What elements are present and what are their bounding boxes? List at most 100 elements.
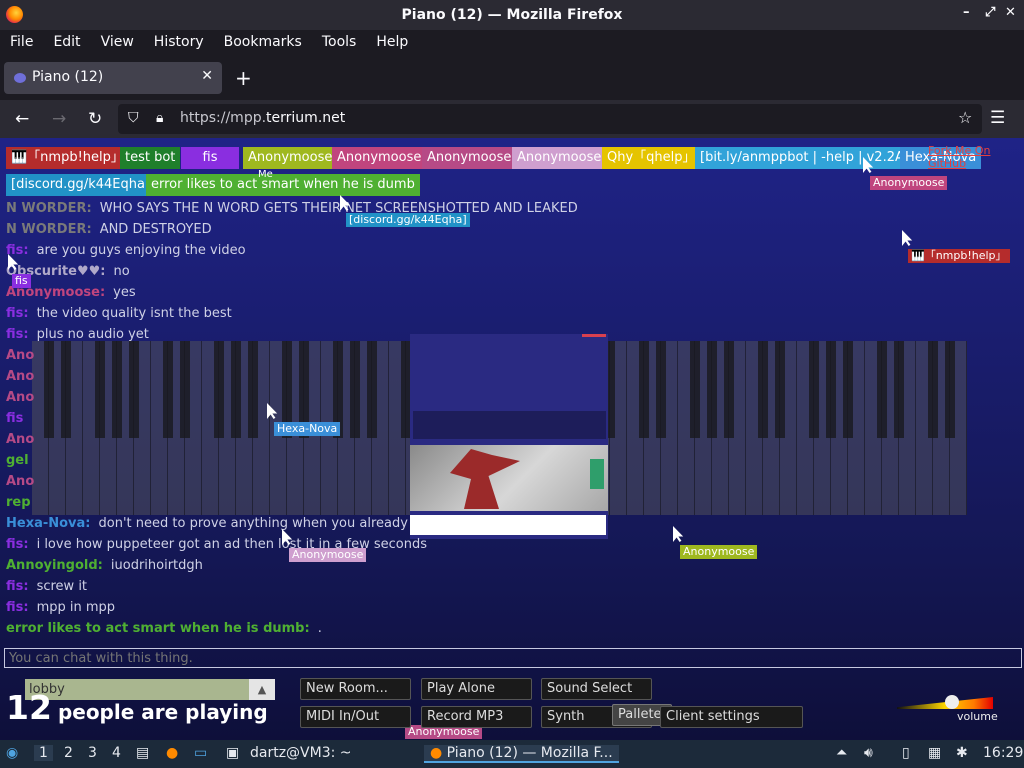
- piano-black-key[interactable]: [707, 341, 717, 438]
- menu-history[interactable]: History: [144, 34, 214, 50]
- close-tab-icon[interactable]: ✕: [201, 68, 213, 84]
- workspace-3[interactable]: 3: [88, 745, 97, 761]
- menu-help[interactable]: Help: [366, 34, 418, 50]
- close-window-icon[interactable]: ✕: [1005, 5, 1016, 20]
- user-tag-fis[interactable]: fis: [181, 147, 239, 169]
- piano-black-key[interactable]: [367, 341, 377, 438]
- user-tag-nmpb[interactable]: 🎹「nmpb!help」: [6, 147, 129, 169]
- piano-black-key[interactable]: [129, 341, 139, 438]
- piano-black-key[interactable]: [928, 341, 938, 438]
- user-tag-anonymoose-1[interactable]: Anonymoose: [243, 147, 338, 169]
- piano-black-key[interactable]: [44, 341, 54, 438]
- menu-edit[interactable]: Edit: [43, 34, 90, 50]
- workspace-4[interactable]: 4: [112, 745, 121, 761]
- taskbar-firefox[interactable]: ● Piano (12) — Mozilla F...: [424, 745, 619, 763]
- file-manager-icon[interactable]: ▤: [136, 745, 149, 761]
- user-tag-anonymoose-3[interactable]: Anonymoose: [422, 147, 517, 169]
- piano-black-key[interactable]: [775, 341, 785, 438]
- piano-black-key[interactable]: [877, 341, 887, 438]
- maximize-icon[interactable]: ⤢: [985, 5, 995, 20]
- user-tag-anmppbot[interactable]: [bit.ly/anmppbot | -help | v2.2A]: [695, 147, 914, 169]
- chat-message: error likes to act smart when he is dumb…: [6, 621, 322, 636]
- midi-in-out-button[interactable]: MIDI In/Out: [300, 706, 411, 728]
- piano-black-key[interactable]: [809, 341, 819, 438]
- user-tag-anonymoose-4[interactable]: Anonymoose: [512, 147, 607, 169]
- piano-black-key[interactable]: [690, 341, 700, 438]
- chat-author: fis:: [6, 600, 29, 615]
- piano-black-key[interactable]: [656, 341, 666, 438]
- menu-bookmarks[interactable]: Bookmarks: [214, 34, 312, 50]
- user-tag-error[interactable]: error likes to act smart when he is dumb: [146, 174, 420, 196]
- video-caption: [410, 515, 606, 535]
- start-menu-icon[interactable]: ◉: [6, 745, 18, 761]
- user-tag-qhy[interactable]: Qhy「qhelp」: [602, 147, 701, 169]
- taskbar: ◉ 1 2 3 4 ▤ ● ▭ ▣ dartz@VM3: ~ ● Piano (…: [0, 740, 1024, 768]
- me-label: Me: [258, 169, 273, 180]
- video-bar: [413, 411, 606, 439]
- forward-arrow-icon[interactable]: →: [52, 109, 66, 129]
- cursor-tag-nmpb: 🎹「nmpb!help」: [908, 249, 1010, 263]
- piano-black-key[interactable]: [112, 341, 122, 438]
- piano-black-key[interactable]: [639, 341, 649, 438]
- bluetooth-icon[interactable]: ✱: [956, 745, 968, 761]
- chat-author-partial: fis: [6, 411, 24, 426]
- workspace-2[interactable]: 2: [64, 745, 73, 761]
- piano-black-key[interactable]: [231, 341, 241, 438]
- piano-black-key[interactable]: [180, 341, 190, 438]
- piano-black-key[interactable]: [894, 341, 904, 438]
- piano-black-key[interactable]: [95, 341, 105, 438]
- terminal-icon[interactable]: ▣: [226, 745, 239, 761]
- chat-author-partial: rep: [6, 495, 31, 510]
- url-bar[interactable]: ⛉ 🔒︎ https://mpp.terrium.net ☆: [118, 104, 982, 134]
- piano-black-key[interactable]: [61, 341, 71, 438]
- sound-select-button[interactable]: Sound Select: [541, 678, 652, 700]
- clipboard-icon[interactable]: ▯: [902, 745, 910, 761]
- cursor-tag-anonymoose: Anonymoose: [680, 545, 758, 559]
- user-tag-discord[interactable]: [discord.gg/k44Eqha]: [6, 174, 156, 196]
- menu-tools[interactable]: Tools: [312, 34, 367, 50]
- tray-up-icon[interactable]: ⏶: [836, 745, 847, 761]
- shield-icon[interactable]: ⛉: [128, 110, 139, 126]
- bookmark-star-icon[interactable]: ☆: [958, 108, 972, 127]
- menu-view[interactable]: View: [91, 34, 144, 50]
- taskbar-terminal[interactable]: dartz@VM3: ~: [250, 745, 352, 761]
- record-mp3-button[interactable]: Record MP3: [421, 706, 532, 728]
- workspace-1[interactable]: 1: [34, 745, 53, 761]
- reload-icon[interactable]: ↻: [88, 109, 102, 129]
- video-overlay[interactable]: [410, 334, 608, 539]
- piano-black-key[interactable]: [214, 341, 224, 438]
- play-alone-button[interactable]: Play Alone: [421, 678, 532, 700]
- user-tag-testbot[interactable]: test bot: [120, 147, 181, 169]
- piano-black-key[interactable]: [350, 341, 360, 438]
- new-room-button[interactable]: New Room...: [300, 678, 411, 700]
- piano-black-key[interactable]: [843, 341, 853, 438]
- hamburger-menu-icon[interactable]: ☰: [990, 108, 1005, 128]
- minimize-icon[interactable]: –: [963, 5, 970, 20]
- player-count-number: 12: [6, 688, 52, 727]
- lock-icon[interactable]: 🔒︎: [156, 110, 163, 126]
- desktop-icon[interactable]: ▭: [194, 745, 207, 761]
- tab-piano[interactable]: Piano (12) ✕: [4, 62, 222, 94]
- client-settings-button[interactable]: Client settings: [660, 706, 803, 728]
- volume-knob[interactable]: [945, 695, 959, 709]
- user-tag-anonymoose-2[interactable]: Anonymoose: [332, 147, 427, 169]
- firefox-launcher-icon[interactable]: ●: [166, 745, 178, 761]
- chat-text: the video quality isnt the best: [36, 306, 232, 321]
- chat-message: fis: screw it: [6, 579, 87, 594]
- piano-black-key[interactable]: [826, 341, 836, 438]
- network-icon[interactable]: ▦: [928, 745, 941, 761]
- chat-text: AND DESTROYED: [99, 222, 212, 237]
- back-arrow-icon[interactable]: ←: [15, 109, 29, 129]
- piano-black-key[interactable]: [724, 341, 734, 438]
- menu-file[interactable]: File: [0, 34, 43, 50]
- chat-author-partial: Ano: [6, 348, 35, 363]
- piano-black-key[interactable]: [758, 341, 768, 438]
- new-tab-plus-icon[interactable]: +: [235, 66, 252, 90]
- piano-black-key[interactable]: [163, 341, 173, 438]
- chat-input[interactable]: [4, 648, 1022, 668]
- volume-tray-icon[interactable]: 🔊︎: [864, 745, 873, 761]
- url-text[interactable]: https://mpp.terrium.net: [180, 110, 345, 126]
- piano-black-key[interactable]: [945, 341, 955, 438]
- piano-black-key[interactable]: [248, 341, 258, 438]
- github-link[interactable]: Fork Me On GitHub: [928, 144, 1024, 170]
